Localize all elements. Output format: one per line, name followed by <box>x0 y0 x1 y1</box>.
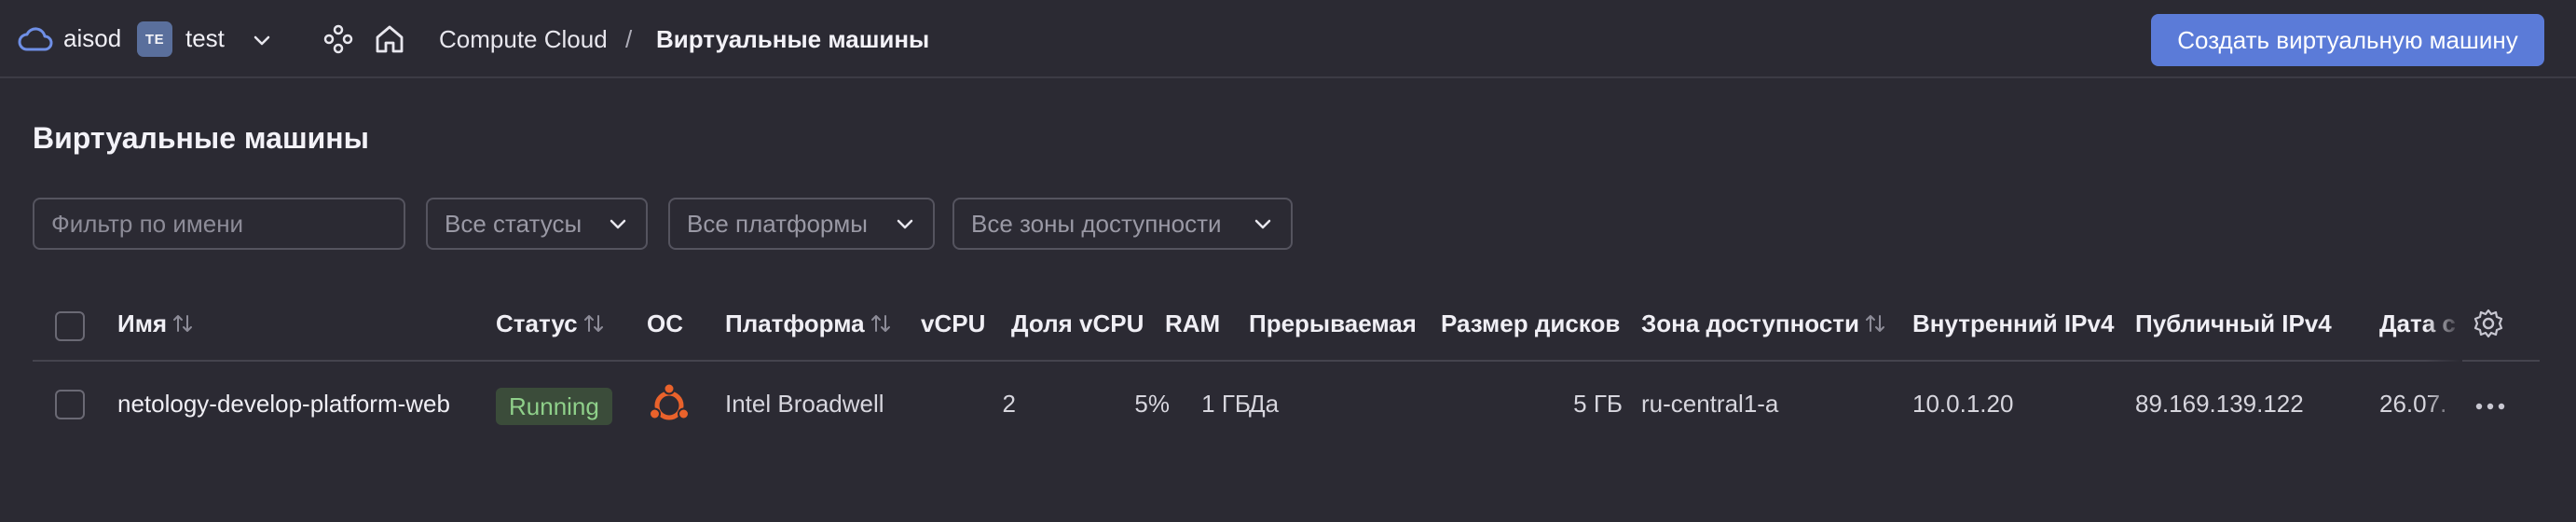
zone-select-label: Все зоны доступности <box>971 209 1222 238</box>
column-header-vcpu-share: Доля vCPU <box>1011 309 1144 337</box>
sort-icon <box>173 315 193 332</box>
column-header-os: ОС <box>647 309 683 337</box>
gear-icon[interactable] <box>2473 308 2504 339</box>
page-title: Виртуальные машины <box>33 121 369 155</box>
column-name-label: Имя <box>117 309 168 337</box>
top-bar: aisod TE test Compute Cloud / Виртуальны… <box>0 0 2576 78</box>
zone-select[interactable]: Все зоны доступности <box>952 198 1293 250</box>
platform-value: Intel Broadwell <box>725 390 884 418</box>
vcpu-share-value: 5% <box>1134 390 1170 418</box>
sort-icon <box>1866 315 1885 332</box>
platform-select[interactable]: Все платформы <box>668 198 935 250</box>
chevron-down-icon <box>897 219 913 229</box>
name-filter-input[interactable] <box>51 209 387 239</box>
column-header-disk-size: Размер дисков <box>1441 309 1621 337</box>
services-icon[interactable] <box>322 22 355 56</box>
platform-select-label: Все платформы <box>687 209 868 238</box>
create-vm-button[interactable]: Создать виртуальную машину <box>2151 14 2544 66</box>
status-select[interactable]: Все статусы <box>426 198 648 250</box>
sort-icon <box>583 315 603 332</box>
more-actions-icon[interactable] <box>2474 401 2506 412</box>
breadcrumb-service[interactable]: Compute Cloud <box>439 25 608 54</box>
ubuntu-icon <box>649 382 690 420</box>
vcpu-value: 2 <box>1002 390 1016 418</box>
chevron-down-icon[interactable] <box>250 28 274 52</box>
column-header-vcpu: vCPU <box>921 309 986 337</box>
vm-name-link[interactable]: netology-develop-platform-web <box>117 390 450 419</box>
status-badge: Running <box>496 388 612 425</box>
ram-value: 1 ГБ <box>1201 390 1251 418</box>
column-header-name[interactable]: Имя <box>117 309 195 338</box>
column-header-ram: RAM <box>1165 309 1221 337</box>
preemptible-value: Да <box>1249 390 1280 418</box>
chevron-down-icon <box>610 219 626 229</box>
row-checkbox[interactable] <box>55 390 85 419</box>
org-name[interactable]: aisod <box>63 24 121 53</box>
select-all-checkbox[interactable] <box>55 311 85 341</box>
cloud-icon <box>18 27 53 51</box>
home-icon[interactable] <box>373 22 406 56</box>
column-status-label: Статус <box>496 309 578 337</box>
column-overflow-fade <box>2425 291 2462 447</box>
public-ip-value: 89.169.139.122 <box>2135 390 2304 418</box>
folder-avatar: TE <box>137 21 172 57</box>
internal-ip-value: 10.0.1.20 <box>1912 390 2014 418</box>
column-platform-label: Платформа <box>725 309 865 337</box>
column-header-public-ip: Публичный IPv4 <box>2135 309 2332 337</box>
breadcrumb-separator: / <box>625 25 633 53</box>
column-header-status[interactable]: Статус <box>496 309 606 338</box>
table-row[interactable]: netology-develop-platform-web Running In… <box>33 364 2540 447</box>
table-header: Имя Статус ОС Платформа vCPU Доля vCPU R… <box>33 291 2540 362</box>
column-header-internal-ip: Внутренний IPv4 <box>1912 309 2115 337</box>
status-select-label: Все статусы <box>445 209 582 238</box>
column-header-platform[interactable]: Платформа <box>725 309 893 338</box>
column-zone-label: Зона доступности <box>1641 309 1860 337</box>
name-filter-field[interactable] <box>33 198 405 250</box>
sort-icon <box>870 315 890 332</box>
chevron-down-icon <box>1254 219 1271 229</box>
folder-name[interactable]: test <box>185 24 225 53</box>
disk-size-value: 5 ГБ <box>1573 390 1623 418</box>
column-header-preemptible: Прерываемая <box>1249 309 1417 337</box>
column-header-zone[interactable]: Зона доступности <box>1641 309 1887 338</box>
zone-value: ru-central1-a <box>1641 390 1779 418</box>
breadcrumb-current: Виртуальные машины <box>656 25 930 53</box>
